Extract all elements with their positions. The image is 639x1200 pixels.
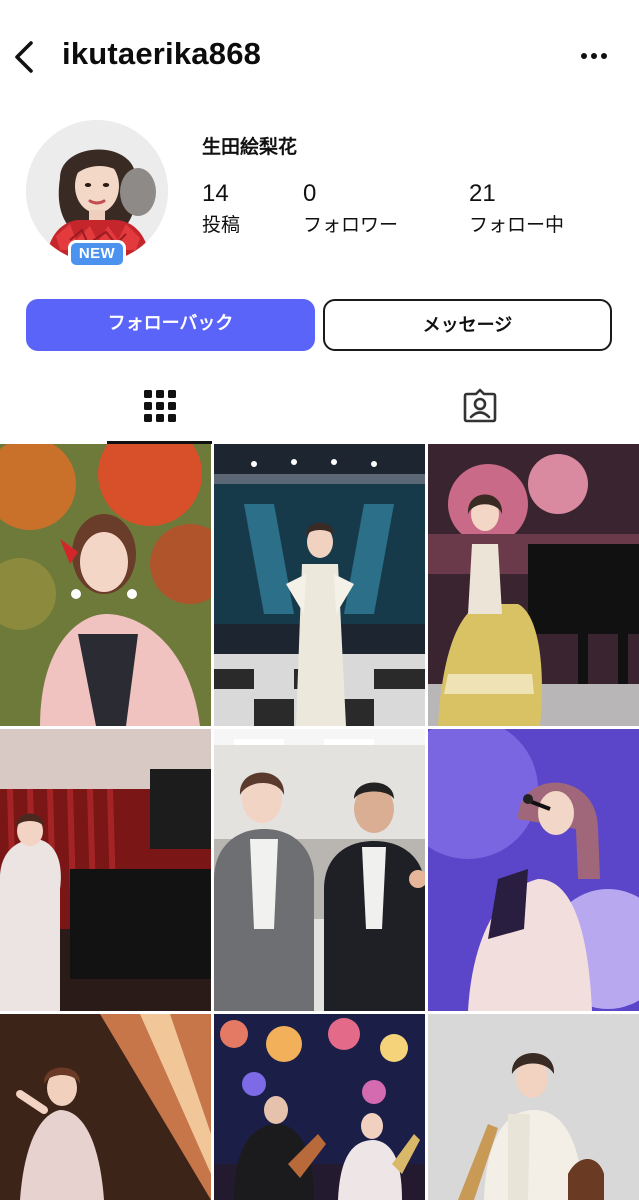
post-thumbnail-3[interactable] xyxy=(428,444,639,726)
posts-grid xyxy=(0,444,639,1200)
tagged-person-icon xyxy=(462,388,498,424)
chevron-left-icon[interactable] xyxy=(12,40,38,74)
content-tabs xyxy=(0,378,639,444)
stat-following-count: 21 xyxy=(469,180,496,207)
profile-screen: ikutaerika868 NEW 生田絵梨花 14 投稿 0 フォロワー 21… xyxy=(0,0,639,1200)
stat-followers[interactable]: 0 フォロワー xyxy=(303,180,398,237)
top-bar: ikutaerika868 xyxy=(0,0,639,112)
stat-posts-label: 投稿 xyxy=(202,214,241,236)
new-badge: NEW xyxy=(68,240,126,268)
follow-back-button[interactable]: フォローバック xyxy=(26,299,315,351)
post-thumbnail-9[interactable] xyxy=(428,1014,639,1200)
display-name: 生田絵梨花 xyxy=(202,136,298,158)
post-thumbnail-1[interactable] xyxy=(0,444,211,726)
profile-username: ikutaerika868 xyxy=(62,36,262,71)
post-thumbnail-4[interactable] xyxy=(0,729,211,1011)
grid-icon xyxy=(144,390,176,422)
stat-posts[interactable]: 14 投稿 xyxy=(202,180,240,237)
stat-posts-count: 14 xyxy=(202,180,229,207)
tab-posts[interactable] xyxy=(0,378,319,444)
post-thumbnail-7[interactable] xyxy=(0,1014,211,1200)
stat-following[interactable]: 21 フォロー中 xyxy=(469,180,564,237)
message-button[interactable]: メッセージ xyxy=(323,299,612,351)
post-thumbnail-6[interactable] xyxy=(428,729,639,1011)
post-thumbnail-8[interactable] xyxy=(214,1014,425,1200)
post-thumbnail-5[interactable] xyxy=(214,729,425,1011)
stat-followers-count: 0 xyxy=(303,180,317,207)
post-thumbnail-2[interactable] xyxy=(214,444,425,726)
more-horizontal-icon[interactable] xyxy=(574,44,614,68)
stat-followers-label: フォロワー xyxy=(303,214,399,236)
stat-following-label: フォロー中 xyxy=(469,214,565,236)
tab-tagged[interactable] xyxy=(320,378,639,444)
